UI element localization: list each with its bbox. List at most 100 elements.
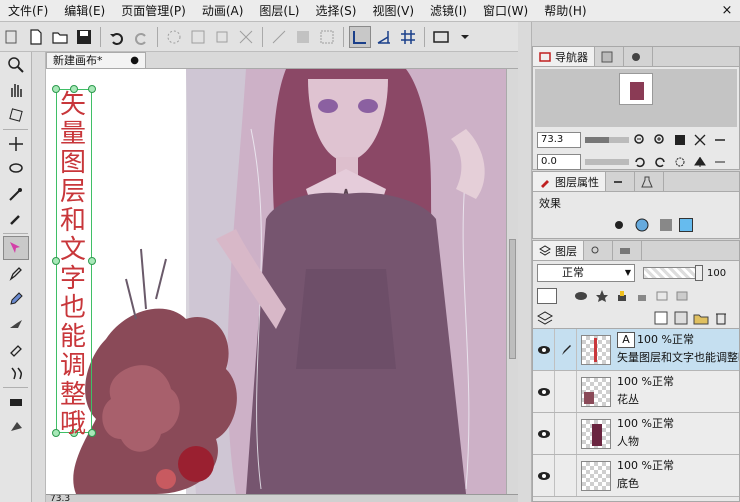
menu-filter[interactable]: 滤镜(I) bbox=[422, 0, 475, 22]
tab-navigator[interactable]: 导航器 bbox=[533, 47, 595, 66]
eraser-icon[interactable] bbox=[3, 390, 29, 414]
chevron-down-icon[interactable] bbox=[454, 26, 476, 48]
hand-icon[interactable] bbox=[3, 78, 29, 102]
blend-mode-select[interactable]: 正常 bbox=[537, 264, 635, 282]
menu-edit[interactable]: 编辑(E) bbox=[56, 0, 113, 22]
tab-animation-cels[interactable] bbox=[613, 241, 642, 260]
edit-target-marker[interactable] bbox=[555, 455, 577, 496]
palette-divider[interactable] bbox=[32, 52, 46, 502]
flip-horizontal-icon[interactable] bbox=[691, 153, 709, 171]
tab-layers[interactable]: 图层 bbox=[533, 241, 584, 260]
artboard[interactable]: 矢 量 图 层 和 文 字 也 能 调 整 哦 bbox=[46, 69, 506, 494]
tone-effect-icon[interactable] bbox=[659, 218, 673, 232]
menu-file[interactable]: 文件(F) bbox=[0, 0, 56, 22]
opacity-slider[interactable] bbox=[643, 265, 703, 281]
rotate-left-icon[interactable] bbox=[631, 153, 649, 171]
lock-transparency-icon[interactable] bbox=[615, 289, 629, 303]
magic-wand-icon[interactable] bbox=[3, 182, 29, 206]
rotate-icon[interactable] bbox=[3, 103, 29, 127]
document-tab[interactable]: 新建画布* ● bbox=[46, 52, 146, 68]
reset-rotation-icon[interactable] bbox=[671, 153, 689, 171]
tab-sub-view[interactable] bbox=[595, 47, 624, 66]
tab-material[interactable] bbox=[624, 47, 653, 66]
menu-window[interactable]: 窗口(W) bbox=[475, 0, 536, 22]
scrollbar-thumb[interactable] bbox=[509, 239, 516, 359]
redo-icon[interactable] bbox=[130, 26, 152, 48]
move-icon[interactable] bbox=[3, 132, 29, 156]
tab-auto-action[interactable] bbox=[635, 172, 664, 191]
zoom-field[interactable]: 73.3 bbox=[537, 132, 581, 148]
frame-icon[interactable] bbox=[316, 26, 338, 48]
fill-bucket-icon[interactable] bbox=[3, 415, 29, 439]
airbrush-icon[interactable] bbox=[3, 336, 29, 360]
navigator-preview[interactable] bbox=[535, 69, 737, 127]
layer-row[interactable]: A 100 %正常 矢量图层和文字也能调整哦 bbox=[533, 329, 739, 371]
mask-icon[interactable] bbox=[573, 288, 589, 304]
flip-vertical-icon[interactable] bbox=[711, 153, 729, 171]
new-folder-icon[interactable] bbox=[693, 310, 709, 326]
visibility-toggle[interactable] bbox=[533, 329, 555, 370]
selection-handle[interactable] bbox=[88, 85, 96, 93]
visibility-toggle[interactable] bbox=[533, 371, 555, 412]
snap-special-ruler-icon[interactable] bbox=[373, 26, 395, 48]
save-icon[interactable] bbox=[73, 26, 95, 48]
close-icon[interactable]: × bbox=[714, 3, 740, 18]
lasso-icon[interactable] bbox=[3, 157, 29, 181]
edit-target-marker[interactable] bbox=[555, 371, 577, 412]
snap-grid-icon[interactable] bbox=[397, 26, 419, 48]
visibility-toggle[interactable] bbox=[533, 413, 555, 454]
eyedropper-icon[interactable] bbox=[3, 207, 29, 231]
brush-icon[interactable] bbox=[3, 311, 29, 335]
zoom-slider[interactable] bbox=[585, 137, 629, 143]
edit-target-marker[interactable] bbox=[555, 329, 577, 370]
draft-layer-icon[interactable] bbox=[675, 289, 689, 303]
menu-page[interactable]: 页面管理(P) bbox=[113, 0, 194, 22]
menu-layer[interactable]: 图层(L) bbox=[251, 0, 307, 22]
undo-icon[interactable] bbox=[106, 26, 128, 48]
hatch-icon[interactable] bbox=[268, 26, 290, 48]
layer-row[interactable]: 100 %正常 人物 bbox=[533, 413, 739, 455]
transform-icon[interactable] bbox=[187, 26, 209, 48]
blend-icon[interactable] bbox=[3, 361, 29, 385]
trash-icon[interactable] bbox=[713, 310, 729, 326]
fit-icon[interactable] bbox=[691, 131, 709, 149]
layer-color-button[interactable] bbox=[537, 288, 557, 304]
zoom-icon[interactable] bbox=[3, 53, 29, 77]
canvas-vertical-scrollbar[interactable] bbox=[506, 69, 518, 494]
scale-icon[interactable] bbox=[235, 26, 257, 48]
reference-layer-icon[interactable] bbox=[595, 289, 609, 303]
panel-dock-strip[interactable] bbox=[518, 22, 532, 502]
zoom-out-icon[interactable] bbox=[631, 131, 649, 149]
screen-mode-icon[interactable] bbox=[430, 26, 452, 48]
open-folder-icon[interactable] bbox=[49, 26, 71, 48]
layer-row[interactable]: 100 %正常 底色 bbox=[533, 455, 739, 497]
rotation-slider[interactable] bbox=[585, 159, 629, 165]
selection-handle[interactable] bbox=[88, 257, 96, 265]
menu-help[interactable]: 帮助(H) bbox=[536, 0, 594, 22]
zoom-in-icon[interactable] bbox=[651, 131, 669, 149]
actual-size-icon[interactable] bbox=[671, 131, 689, 149]
layer-row[interactable]: 100 %正常 花丛 bbox=[533, 371, 739, 413]
selection-handle[interactable] bbox=[88, 429, 96, 437]
operation-tool-icon[interactable] bbox=[3, 236, 29, 260]
new-file-icon[interactable] bbox=[25, 26, 47, 48]
visibility-toggle[interactable] bbox=[533, 455, 555, 496]
tab-layer-properties[interactable]: 图层属性 bbox=[533, 172, 606, 191]
edit-target-marker[interactable] bbox=[555, 413, 577, 454]
pen-icon[interactable] bbox=[3, 261, 29, 285]
rotate-right-icon[interactable] bbox=[651, 153, 669, 171]
crop-icon[interactable] bbox=[211, 26, 233, 48]
new-layer-icon[interactable] bbox=[653, 310, 669, 326]
tab-layer-search[interactable] bbox=[584, 241, 613, 260]
border-effect-icon[interactable] bbox=[613, 219, 625, 231]
menu-select[interactable]: 选择(S) bbox=[307, 0, 364, 22]
opacity-knob[interactable] bbox=[695, 265, 703, 281]
menu-view[interactable]: 视图(V) bbox=[364, 0, 422, 22]
lock-layer-icon[interactable] bbox=[635, 289, 649, 303]
fill-icon[interactable] bbox=[292, 26, 314, 48]
pencil-icon[interactable] bbox=[3, 286, 29, 310]
clear-selection-icon[interactable] bbox=[163, 26, 185, 48]
snap-ruler-icon[interactable] bbox=[349, 25, 371, 48]
vertical-text[interactable]: 矢 量 图 层 和 文 字 也 能 调 整 哦 bbox=[58, 91, 88, 439]
rotation-field[interactable]: 0.0 bbox=[537, 154, 581, 170]
